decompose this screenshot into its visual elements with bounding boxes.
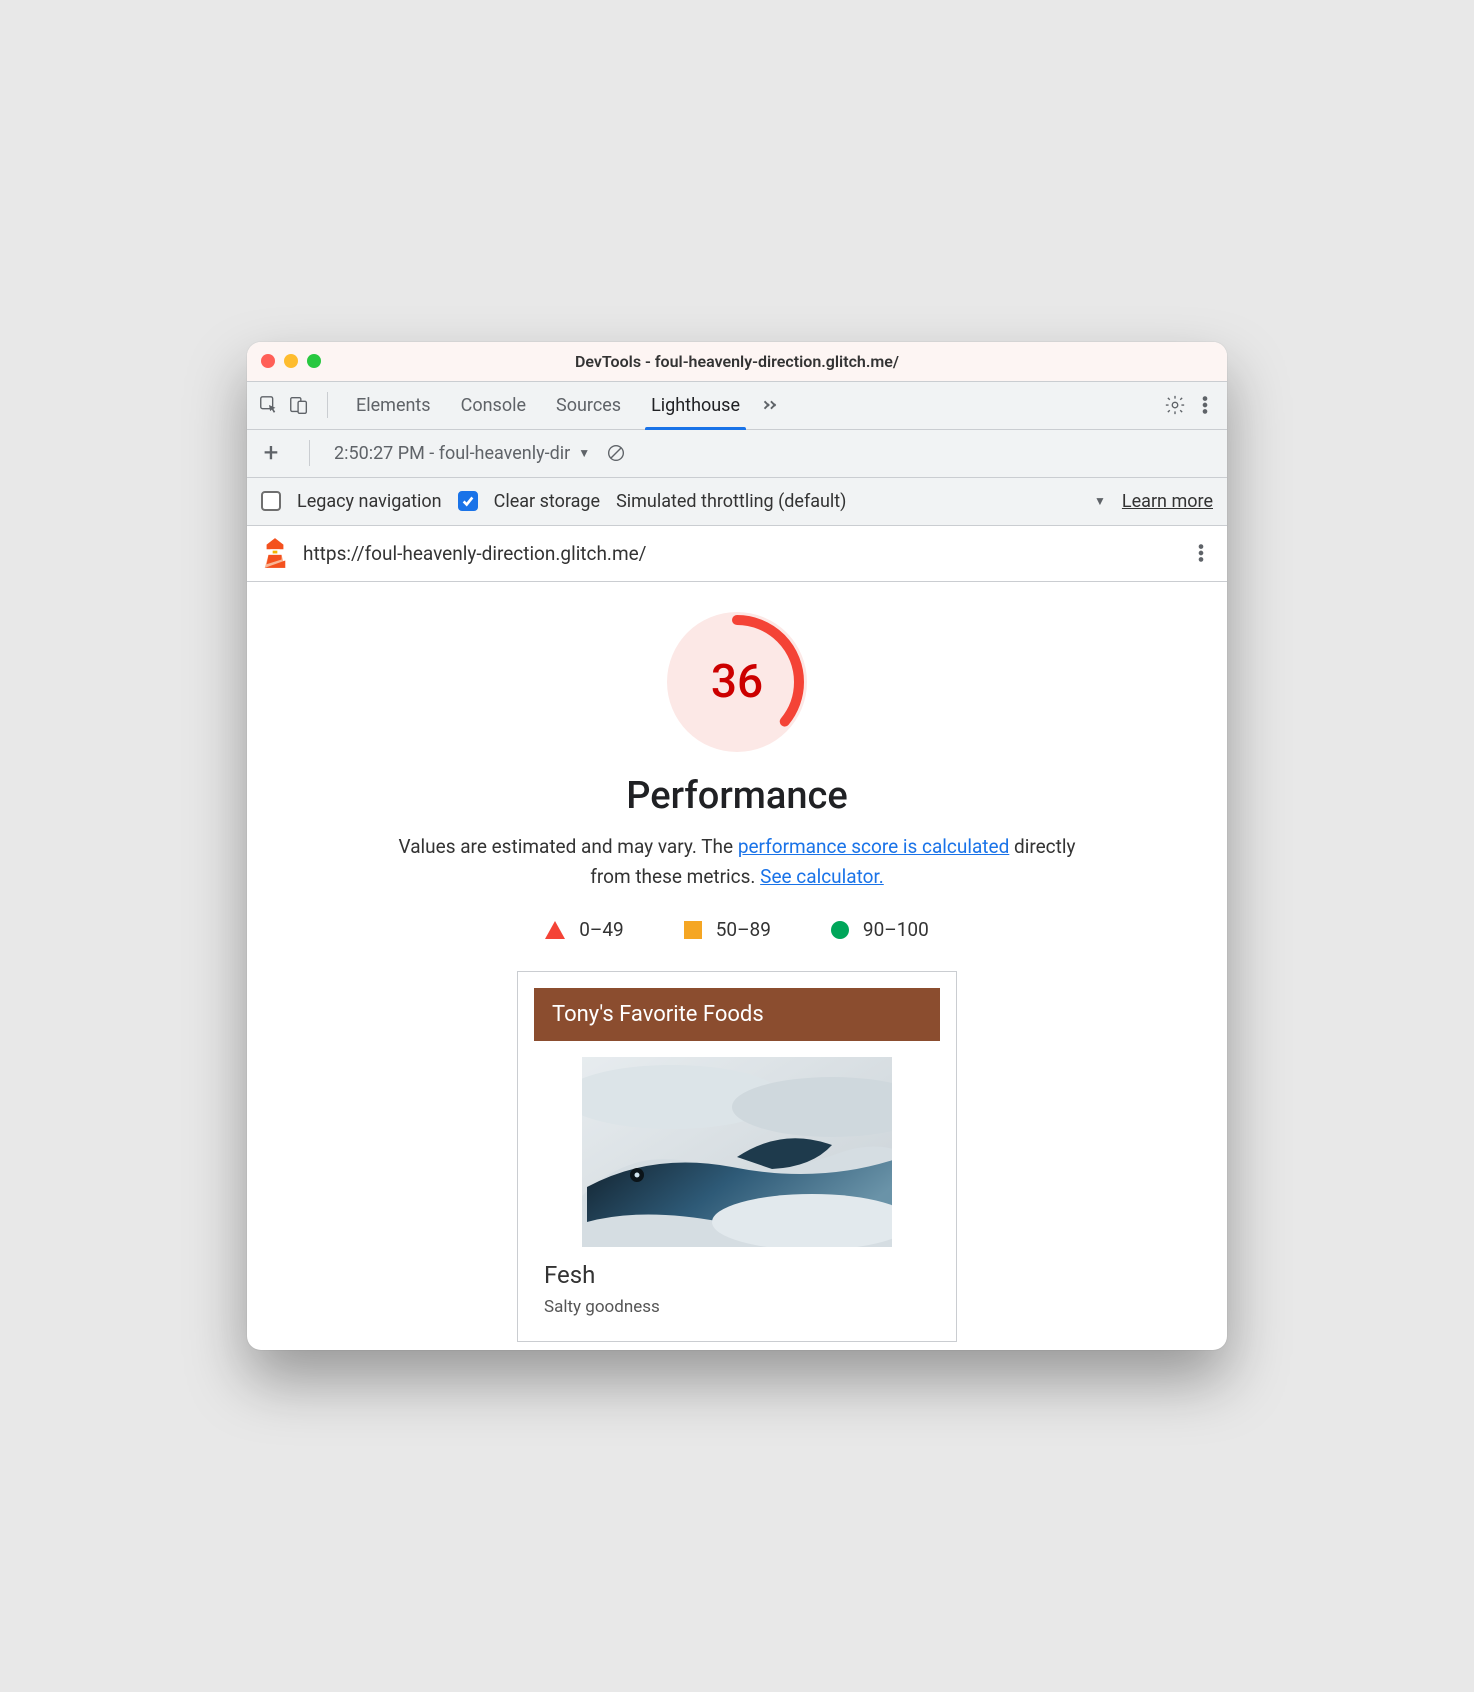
report-url: https://foul-heavenly-direction.glitch.m…	[303, 542, 1175, 565]
preview-item-title: Fesh	[544, 1261, 930, 1289]
gear-icon[interactable]	[1163, 393, 1187, 417]
report-selector-label: 2:50:27 PM - foul-heavenly-dir	[334, 443, 570, 464]
preview-body: Fesh Salty goodness	[534, 1247, 940, 1325]
inspect-element-icon[interactable]	[257, 393, 281, 417]
traffic-lights	[261, 354, 321, 368]
minimize-window-button[interactable]	[284, 354, 298, 368]
performance-gauge: 36	[667, 612, 807, 752]
preview-image	[582, 1057, 892, 1247]
clear-icon[interactable]	[604, 441, 628, 465]
legend-low: 0–49	[545, 918, 624, 941]
report-url-bar: https://foul-heavenly-direction.glitch.m…	[247, 526, 1227, 582]
new-report-button[interactable]: +	[257, 438, 285, 468]
more-tabs-icon[interactable]	[758, 393, 782, 417]
tab-lighthouse[interactable]: Lighthouse	[639, 382, 752, 429]
legend-high-label: 90–100	[863, 918, 929, 941]
legend-high: 90–100	[831, 918, 929, 941]
circle-icon	[831, 921, 849, 939]
lighthouse-icon	[261, 538, 289, 568]
chevron-down-icon: ▼	[578, 446, 590, 460]
close-window-button[interactable]	[261, 354, 275, 368]
preview-item-subtitle: Salty goodness	[544, 1297, 930, 1317]
lighthouse-options-bar: Legacy navigation Clear storage Simulate…	[247, 478, 1227, 526]
score-legend: 0–49 50–89 90–100	[545, 918, 929, 941]
legacy-navigation-checkbox[interactable]	[261, 491, 281, 511]
chevron-down-icon[interactable]: ▼	[1094, 494, 1106, 508]
tab-sources[interactable]: Sources	[544, 382, 633, 429]
clear-storage-checkbox[interactable]	[458, 491, 478, 511]
legend-mid: 50–89	[684, 918, 771, 941]
legend-mid-label: 50–89	[716, 918, 771, 941]
throttling-label: Simulated throttling (default)	[616, 491, 846, 512]
window-title: DevTools - foul-heavenly-direction.glitc…	[247, 352, 1227, 371]
tab-console[interactable]: Console	[449, 382, 538, 429]
device-toggle-icon[interactable]	[287, 393, 311, 417]
tab-elements[interactable]: Elements	[344, 382, 443, 429]
legacy-navigation-label: Legacy navigation	[297, 491, 442, 512]
divider	[309, 440, 310, 466]
kebab-menu-icon[interactable]	[1193, 393, 1217, 417]
square-icon	[684, 921, 702, 939]
see-calculator-link[interactable]: See calculator.	[760, 865, 884, 888]
lighthouse-toolbar: + 2:50:27 PM - foul-heavenly-dir ▼	[247, 430, 1227, 478]
maximize-window-button[interactable]	[307, 354, 321, 368]
learn-more-link[interactable]: Learn more	[1122, 491, 1213, 512]
clear-storage-label: Clear storage	[494, 491, 600, 512]
devtools-window: DevTools - foul-heavenly-direction.glitc…	[247, 342, 1227, 1351]
devtools-tab-bar: Elements Console Sources Lighthouse	[247, 382, 1227, 430]
performance-description: Values are estimated and may vary. The p…	[377, 832, 1097, 893]
divider	[327, 392, 328, 418]
report-selector[interactable]: 2:50:27 PM - foul-heavenly-dir ▼	[334, 443, 590, 464]
window-titlebar: DevTools - foul-heavenly-direction.glitc…	[247, 342, 1227, 382]
triangle-icon	[545, 921, 565, 939]
filmstrip-preview-card: Tony's Favorite Foods	[517, 971, 957, 1342]
desc-text: Values are estimated and may vary. The	[399, 835, 738, 858]
performance-score: 36	[667, 612, 807, 752]
kebab-menu-icon[interactable]	[1189, 541, 1213, 565]
preview-heading: Tony's Favorite Foods	[534, 988, 940, 1041]
score-calc-link[interactable]: performance score is calculated	[738, 835, 1009, 858]
legend-low-label: 0–49	[579, 918, 624, 941]
performance-heading: Performance	[626, 774, 847, 818]
lighthouse-report: 36 Performance Values are estimated and …	[247, 582, 1227, 1351]
